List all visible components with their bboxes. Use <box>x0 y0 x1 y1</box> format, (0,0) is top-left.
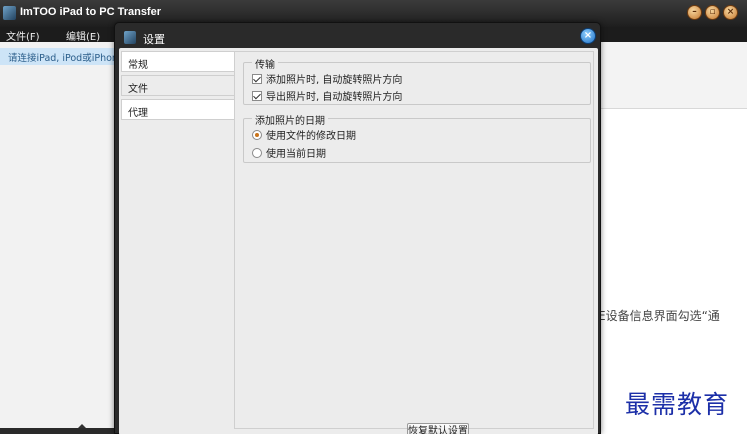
photo-date-group-legend: 添加照片的日期 <box>252 112 328 127</box>
close-icon[interactable]: × <box>723 5 738 20</box>
device-hint: 请连接iPad, iPod或iPhone <box>0 48 118 65</box>
transfer-group-legend: 传输 <box>252 56 278 71</box>
use-current-date-label: 使用当前日期 <box>266 149 326 160</box>
maximize-icon[interactable]: ▫ <box>705 5 720 20</box>
checkbox-box[interactable] <box>252 91 262 101</box>
dialog-body: 常规 文件 代理 传输 添加照片时, 自动旋转照片方向 导出照片时, 自动旋转照… <box>119 48 598 434</box>
tab-file[interactable]: 文件 <box>121 75 234 96</box>
rotate-on-add-label: 添加照片时, 自动旋转照片方向 <box>266 75 403 86</box>
minimize-icon[interactable]: – <box>687 5 702 20</box>
settings-content: 传输 添加照片时, 自动旋转照片方向 导出照片时, 自动旋转照片方向 添加照片的… <box>234 51 594 429</box>
use-modified-date-radio[interactable]: 使用文件的修改日期 <box>252 127 356 142</box>
device-panel: 请连接iPad, iPod或iPhone <box>0 42 118 434</box>
restore-defaults-button[interactable]: 恢复默认设置 <box>407 423 469 434</box>
dialog-app-icon <box>124 31 136 44</box>
dialog-close-icon[interactable]: × <box>580 28 596 44</box>
rotate-on-export-label: 导出照片时, 自动旋转照片方向 <box>266 92 403 103</box>
use-current-date-radio[interactable]: 使用当前日期 <box>252 145 326 160</box>
watermark: 最需教育 <box>625 390 730 419</box>
transfer-group: 传输 添加照片时, 自动旋转照片方向 导出照片时, 自动旋转照片方向 <box>243 56 591 105</box>
checkbox-box[interactable] <box>252 74 262 84</box>
tab-proxy[interactable]: 代理 <box>121 99 234 120</box>
radio-circle[interactable] <box>252 148 262 158</box>
menu-file[interactable]: 文件(F) <box>6 28 40 43</box>
app-title: ImTOO iPad to PC Transfer <box>20 6 161 18</box>
app-logo-icon <box>3 6 16 20</box>
radio-circle[interactable] <box>252 130 262 140</box>
tab-general[interactable]: 常规 <box>121 51 234 72</box>
rotate-on-export-checkbox[interactable]: 导出照片时, 自动旋转照片方向 <box>252 88 402 103</box>
right-header <box>600 42 747 109</box>
collapse-arrow-icon[interactable] <box>78 424 86 428</box>
photo-date-group: 添加照片的日期 使用文件的修改日期 使用当前日期 <box>243 112 591 163</box>
device-info-text: E设备信息界面勾选“通 <box>598 309 720 323</box>
dialog-title: 设置 <box>143 33 165 46</box>
menu-edit[interactable]: 编辑(E) <box>66 28 100 43</box>
use-modified-date-label: 使用文件的修改日期 <box>266 131 356 142</box>
rotate-on-add-checkbox[interactable]: 添加照片时, 自动旋转照片方向 <box>252 71 402 86</box>
left-footer <box>0 428 118 434</box>
settings-dialog: 设置 × 常规 文件 代理 传输 添加照片时, 自动旋转照片方向 导出照片时, … <box>114 22 601 434</box>
